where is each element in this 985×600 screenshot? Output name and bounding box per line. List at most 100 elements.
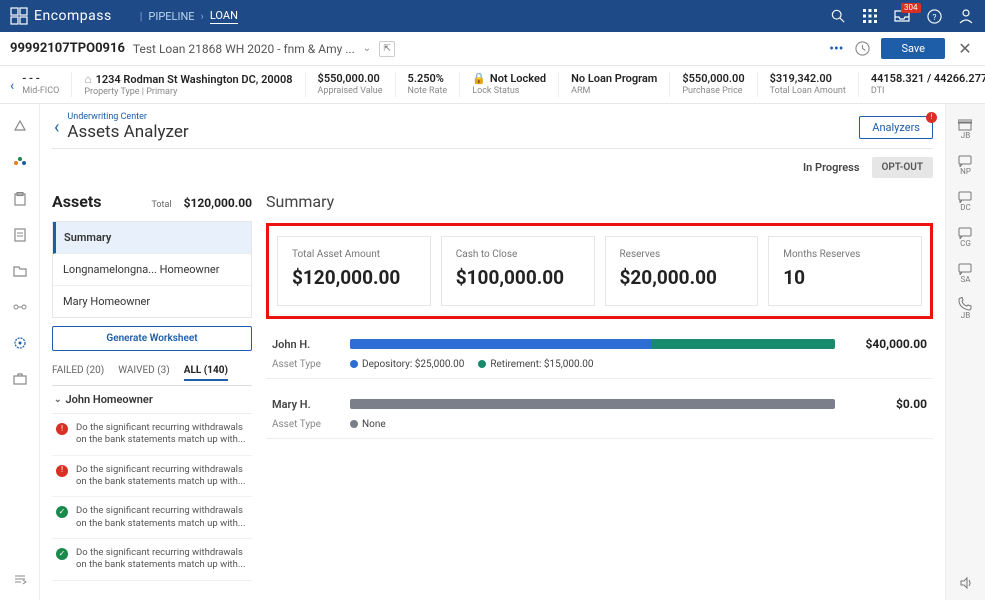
strip-label: Property Type | Primary — [84, 87, 292, 97]
opt-out-button[interactable]: OPT-OUT — [872, 157, 934, 178]
filter-tab[interactable]: ALL (140) — [184, 365, 228, 381]
home-icon: ⌂ — [84, 72, 91, 86]
generate-worksheet-button[interactable]: Generate Worksheet — [52, 326, 252, 351]
rail-analyzer-icon[interactable] — [11, 334, 29, 352]
right-rail-item[interactable]: NP — [958, 148, 974, 180]
strip-cell: $319,342.00Total Loan Amount — [757, 72, 858, 97]
page-breadcrumb[interactable]: Underwriting Center — [67, 112, 188, 122]
card-value: $20,000.00 — [620, 266, 744, 289]
help-icon[interactable]: ? — [925, 7, 943, 25]
issue-text: Do the significant recurring withdrawals… — [76, 505, 248, 530]
issue-row[interactable]: !Do the significant recurring withdrawal… — [52, 414, 252, 456]
issue-row[interactable]: ✓ Do the significant recurring withdrawal… — [52, 497, 252, 539]
person-name: Mary H. — [272, 398, 336, 411]
asset-nav-item[interactable]: Summary — [53, 222, 251, 254]
legend-dot-icon — [350, 420, 358, 428]
breadcrumb: | PIPELINE › LOAN — [140, 9, 238, 24]
assets-title: Assets — [52, 192, 101, 211]
breadcrumb-pipeline[interactable]: PIPELINE — [148, 10, 194, 23]
legend-item: None — [350, 419, 386, 430]
chat-icon — [958, 188, 974, 202]
issue-row[interactable]: ✓Do the significant recurring withdrawal… — [52, 539, 252, 581]
issue-text: Do the significant recurring withdrawals… — [76, 422, 248, 447]
strip-cell: 🔒 Not LockedLock Status — [459, 72, 558, 97]
person-amount: $40,000.00 — [849, 337, 927, 351]
strip-cell: - - -Mid-FICO — [18, 72, 71, 97]
owner-row[interactable]: ⌄ John Homeowner — [52, 386, 252, 414]
strip-value: $319,342.00 — [770, 72, 832, 85]
brand-text: Encompass — [34, 8, 112, 24]
strip-cell: No Loan ProgramARM — [558, 72, 669, 97]
rail-connect-icon[interactable] — [11, 298, 29, 316]
user-icon[interactable] — [957, 7, 975, 25]
history-icon[interactable] — [853, 40, 871, 58]
archive-icon[interactable]: ⇱ — [379, 41, 395, 57]
right-rail-item[interactable]: CG — [958, 220, 974, 252]
assets-total-value: $120,000.00 — [184, 196, 252, 210]
loan-dropdown-icon[interactable]: ⌄ — [363, 43, 371, 54]
close-button[interactable]: ✕ — [955, 39, 975, 58]
right-rail-item[interactable]: JB — [958, 112, 974, 144]
volume-icon[interactable] — [959, 575, 973, 594]
rail-clipboard-icon[interactable] — [11, 190, 29, 208]
filter-tab[interactable]: WAIVED (3) — [118, 365, 170, 381]
strip-value: Not Locked — [490, 72, 546, 85]
summary-title: Summary — [266, 186, 933, 223]
filter-tab[interactable]: FAILED (20) — [52, 365, 104, 381]
legend-dot-icon — [478, 360, 486, 368]
more-actions-icon[interactable]: ••• — [829, 41, 843, 57]
chat-icon — [958, 152, 974, 166]
asset-type-label: Asset Type — [272, 359, 336, 370]
right-rail-item[interactable]: DC — [958, 184, 974, 216]
check-icon: ✓ — [56, 506, 68, 518]
strip-back-icon[interactable]: ‹ — [10, 72, 18, 94]
issue-row[interactable]: ! Do the significant recurring withdrawal… — [52, 456, 252, 498]
strip-label: Mid-FICO — [22, 86, 59, 96]
card-label: Cash to Close — [456, 249, 580, 260]
card-value: 10 — [783, 266, 907, 289]
right-rail-item[interactable]: SA — [958, 256, 974, 288]
rail-folder-icon[interactable] — [11, 262, 29, 280]
strip-label: Note Rate — [408, 86, 448, 96]
strip-label: Lock Status — [472, 86, 546, 96]
strip-cell: ⌂1234 Rodman St Washington DC, 20008Prop… — [71, 72, 304, 97]
card-value: $120,000.00 — [292, 266, 416, 289]
card-label: Months Reserves — [783, 249, 907, 260]
asset-type-label: Asset Type — [272, 419, 336, 430]
analyzers-button[interactable]: Analyzers ! — [859, 116, 933, 139]
legend: None — [350, 419, 386, 430]
strip-value: - - - — [22, 72, 40, 85]
asset-nav-item[interactable]: Mary Homeowner — [53, 286, 251, 317]
asset-bar — [350, 399, 835, 409]
person-block: Mary H. $0.00 Asset Type None — [266, 379, 933, 439]
chat-icon — [958, 260, 974, 274]
inbox-icon[interactable]: 304 — [893, 7, 911, 25]
back-arrow-icon[interactable]: ‹ — [52, 113, 61, 142]
breadcrumb-loan[interactable]: LOAN — [210, 9, 238, 24]
strip-label: Appraised Value — [318, 86, 383, 96]
analyzers-badge-icon: ! — [926, 112, 937, 123]
card-value: $100,000.00 — [456, 266, 580, 289]
lock-icon: 🔒 — [472, 72, 486, 85]
rail-briefcase-icon[interactable] — [11, 370, 29, 388]
rail-dots-icon[interactable] — [11, 154, 29, 172]
issue-text: Do the significant recurring withdrawals… — [76, 464, 248, 489]
strip-label: Purchase Price — [682, 86, 744, 96]
strip-cell: 5.250%Note Rate — [395, 72, 460, 97]
apps-icon[interactable] — [861, 7, 879, 25]
rail-document-icon[interactable] — [11, 226, 29, 244]
rail-collapse-icon[interactable] — [11, 570, 29, 588]
loan-name: Test Loan 21868 WH 2020 - fnm & Amy ... — [133, 42, 355, 56]
right-rail-item[interactable]: JB — [958, 292, 974, 324]
search-icon[interactable] — [829, 7, 847, 25]
asset-bar — [350, 339, 835, 349]
brand-logo[interactable]: Encompass — [10, 7, 112, 25]
rail-alert-icon[interactable] — [11, 118, 29, 136]
save-button[interactable]: Save — [881, 38, 945, 59]
loan-info-strip: ‹ - - -Mid-FICO⌂1234 Rodman St Washingto… — [0, 66, 985, 104]
svg-text:?: ? — [932, 12, 936, 22]
loan-header: 99992107TPO0916 Test Loan 21868 WH 2020 … — [0, 32, 985, 66]
asset-nav-item[interactable]: Longnamelongna... Homeowner — [53, 254, 251, 286]
error-icon: ! — [56, 465, 68, 477]
phone-icon — [958, 296, 974, 310]
